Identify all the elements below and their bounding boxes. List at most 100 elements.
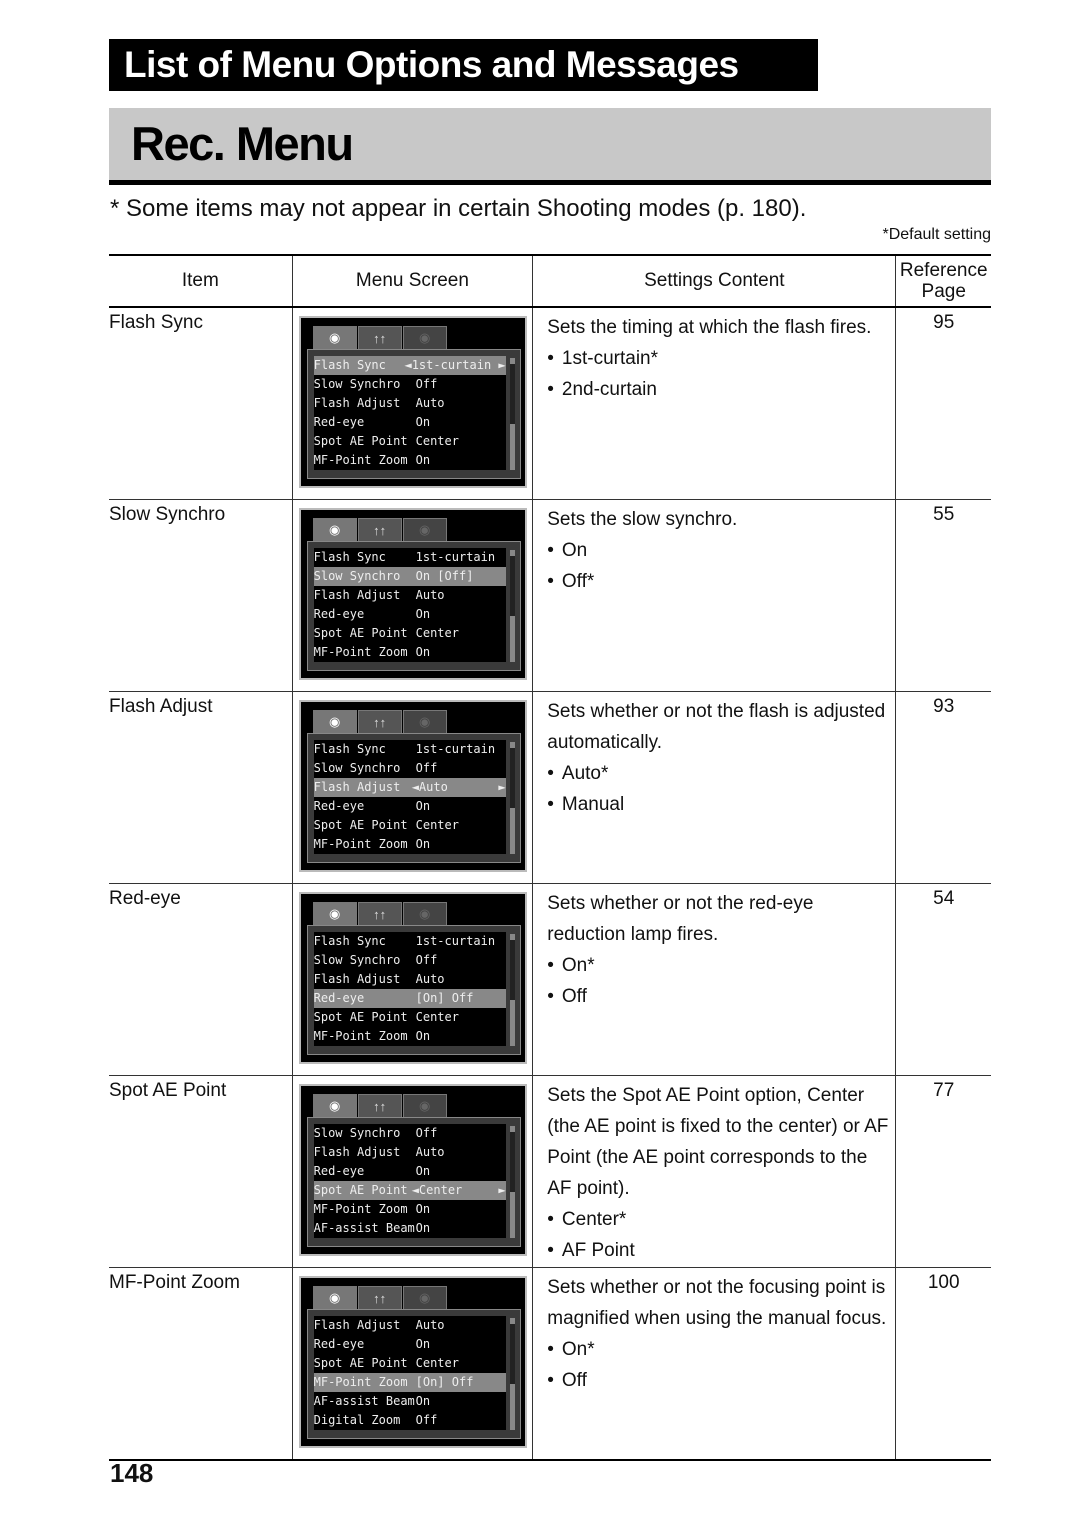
my-camera-icon: ◉ bbox=[402, 710, 447, 734]
menu-row-label: MF-Point Zoom bbox=[313, 837, 408, 851]
scrollbar bbox=[509, 358, 515, 470]
menu-row: Red-eye [On] Off bbox=[313, 989, 506, 1008]
option-item: AF Point bbox=[547, 1235, 889, 1266]
option-item: On bbox=[547, 535, 889, 566]
menu-row-label: Flash Adjust bbox=[313, 972, 401, 986]
menu-row-label: Flash Adjust bbox=[313, 396, 401, 410]
settings-description: Sets whether or not the focusing point i… bbox=[547, 1277, 887, 1329]
menu-row-label: MF-Point Zoom bbox=[313, 1375, 408, 1389]
menu-row: Slow Synchro Off bbox=[313, 951, 506, 970]
option-item: Center* bbox=[547, 1204, 889, 1235]
menu-row-label: Slow Synchro bbox=[313, 377, 401, 391]
menu-row-value: 1st-curtain bbox=[415, 742, 496, 756]
reference-page: 93 bbox=[895, 691, 991, 884]
menu-row: Spot AE Point Center bbox=[313, 1008, 506, 1027]
scrollbar bbox=[509, 1126, 515, 1238]
menu-row-label: Flash Sync bbox=[313, 934, 386, 948]
menu-row-value: Off bbox=[415, 377, 438, 391]
menu-row: Flash Adjust Auto bbox=[313, 970, 506, 989]
menu-row-value: Auto bbox=[415, 1145, 445, 1159]
menu-row-value: Center bbox=[415, 626, 459, 640]
menu-row: Red-eye On bbox=[313, 605, 506, 624]
camera-icon: ◉ bbox=[312, 1286, 357, 1310]
menu-row-value: Auto bbox=[415, 588, 445, 602]
option-item: Manual bbox=[547, 789, 889, 820]
menu-row: AF-assist Beam On bbox=[313, 1219, 506, 1238]
menu-row-label: Slow Synchro bbox=[313, 569, 401, 583]
option-item: Off bbox=[547, 1365, 889, 1396]
menu-row-value: Auto bbox=[415, 396, 445, 410]
menu-row-value: 1st-curtain bbox=[415, 934, 496, 948]
menu-row: Flash Sync ◄1st-curtain ► bbox=[313, 356, 506, 375]
menu-row-label: AF-assist Beam bbox=[313, 1394, 415, 1408]
settings-description: Sets the timing at which the flash fires… bbox=[547, 317, 872, 338]
menu-row-label: Spot AE Point bbox=[313, 1183, 408, 1197]
menu-row-value: On bbox=[415, 453, 431, 467]
menu-row: Flash Adjust ◄Auto ► bbox=[313, 778, 506, 797]
settings-description: Sets whether or not the flash is adjuste… bbox=[547, 701, 886, 753]
reference-page: 100 bbox=[895, 1267, 991, 1461]
camera-icon: ◉ bbox=[312, 518, 357, 542]
menu-row: Spot AE Point Center bbox=[313, 432, 506, 451]
menu-row: Slow Synchro On [Off] bbox=[313, 567, 506, 586]
menu-tabs: ◉ ↑↑ ◉ bbox=[312, 1094, 448, 1118]
menu-screen: ◉ ↑↑ ◉ Flash Sync ◄1st-curtain ► Slow Sync… bbox=[298, 316, 527, 488]
menu-row-label: Spot AE Point bbox=[313, 434, 408, 448]
menu-row: Flash Adjust Auto bbox=[313, 1143, 506, 1162]
menu-row-value: On bbox=[415, 1394, 431, 1408]
menu-row-label: Digital Zoom bbox=[313, 1413, 401, 1427]
menu-row-value: ◄Auto ► bbox=[411, 780, 506, 794]
menu-row-value: Center bbox=[415, 1356, 459, 1370]
menu-row-label: MF-Point Zoom bbox=[313, 1029, 408, 1043]
menu-row-value: On [Off] bbox=[415, 569, 474, 583]
item-name: Spot AE Point bbox=[109, 1075, 293, 1268]
camera-icon: ◉ bbox=[312, 326, 357, 350]
tools-icon: ↑↑ bbox=[357, 326, 402, 350]
camera-icon: ◉ bbox=[312, 1094, 357, 1118]
menu-row: Spot AE Point Center bbox=[313, 816, 506, 835]
menu-row-label: MF-Point Zoom bbox=[313, 1202, 408, 1216]
menu-row: MF-Point Zoom On bbox=[313, 835, 506, 854]
scrollbar bbox=[509, 934, 515, 1046]
menu-screen: ◉ ↑↑ ◉ Flash Sync 1st-curtain Slow Synchro… bbox=[298, 700, 527, 872]
menu-row-label: Red-eye bbox=[313, 415, 365, 429]
menu-row-value: On bbox=[415, 1164, 431, 1178]
menu-row-label: Spot AE Point bbox=[313, 818, 408, 832]
menu-row-label: Red-eye bbox=[313, 991, 365, 1005]
scrollbar bbox=[509, 550, 515, 662]
my-camera-icon: ◉ bbox=[402, 326, 447, 350]
menu-row-value: Auto bbox=[415, 972, 445, 986]
table-row: Red-eye ◉ ↑↑ ◉ Flash Sync 1st-curtain Slow… bbox=[109, 883, 991, 1076]
reference-page: 95 bbox=[895, 307, 991, 500]
table-row: Spot AE Point ◉ ↑↑ ◉ Slow Synchro Off Flas… bbox=[109, 1075, 991, 1268]
menu-row-value: On bbox=[415, 1221, 431, 1235]
header-reference-page: Reference Page bbox=[895, 254, 991, 308]
menu-row: MF-Point Zoom On bbox=[313, 451, 506, 470]
menu-row: MF-Point Zoom On bbox=[313, 1200, 506, 1219]
menu-tabs: ◉ ↑↑ ◉ bbox=[312, 1286, 448, 1310]
reference-page: 77 bbox=[895, 1075, 991, 1268]
menu-row-value: On bbox=[415, 645, 431, 659]
menu-row-value: ◄Center ► bbox=[411, 1183, 506, 1197]
menu-row-label: Red-eye bbox=[313, 799, 365, 813]
header-menu-screen: Menu Screen bbox=[292, 254, 534, 308]
option-item: On* bbox=[547, 1334, 889, 1365]
menu-row-label: Flash Adjust bbox=[313, 780, 401, 794]
tools-icon: ↑↑ bbox=[357, 902, 402, 926]
menu-row: Slow Synchro Off bbox=[313, 1124, 506, 1143]
menu-row: Flash Adjust Auto bbox=[313, 1316, 506, 1335]
menu-row: Flash Adjust Auto bbox=[313, 394, 506, 413]
scrollbar bbox=[509, 742, 515, 854]
option-item: Off bbox=[547, 981, 889, 1012]
menu-row-label: MF-Point Zoom bbox=[313, 645, 408, 659]
menu-row-value: Off bbox=[415, 1413, 438, 1427]
menu-row-label: Spot AE Point bbox=[313, 626, 408, 640]
menu-row-value: On bbox=[415, 799, 431, 813]
menu-row-value: On bbox=[415, 415, 431, 429]
menu-row: Flash Sync 1st-curtain bbox=[313, 548, 506, 567]
my-camera-icon: ◉ bbox=[402, 902, 447, 926]
menu-screen: ◉ ↑↑ ◉ Flash Adjust Auto Red-eye On Spot AE … bbox=[298, 1276, 527, 1448]
menu-row-value: On bbox=[415, 1029, 431, 1043]
menu-row-value: Off bbox=[415, 761, 438, 775]
option-item: Auto* bbox=[547, 758, 889, 789]
